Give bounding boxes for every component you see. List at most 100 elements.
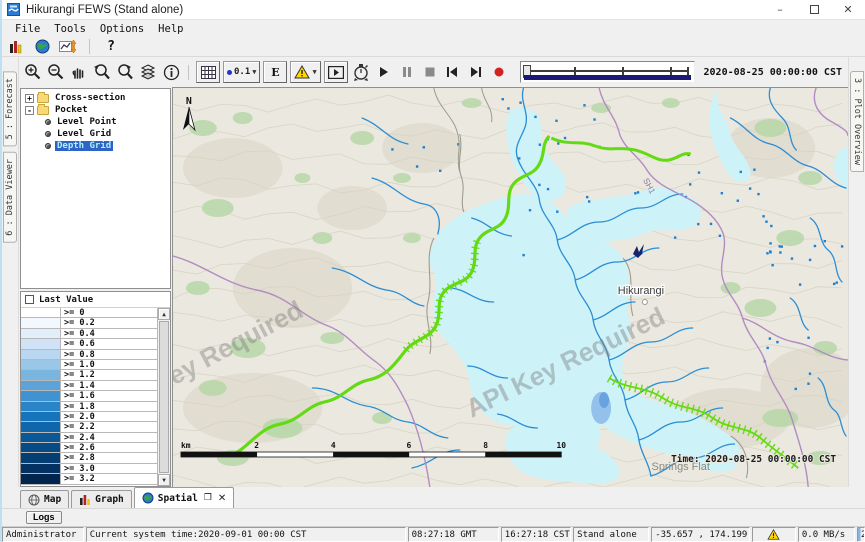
legend-panel: Last Value >= 0>= 0.2>= 0.4>= 0.6>= 0.8>… bbox=[20, 291, 171, 487]
tree-item-depth-grid[interactable]: Depth Grid bbox=[23, 140, 170, 152]
tree-item-cross-section[interactable]: + Cross-section bbox=[23, 92, 170, 104]
legend-swatch bbox=[21, 391, 61, 400]
status-bar: Administrator Current system time:2020-0… bbox=[2, 526, 865, 542]
bottom-tab-bar: Map Graph Spatial ❐ ✕ bbox=[2, 487, 865, 509]
chevron-down-icon: ▼ bbox=[252, 68, 256, 76]
menu-file[interactable]: File bbox=[8, 22, 47, 36]
toolbar-separator bbox=[188, 65, 189, 80]
left-panel: + Cross-section - Pocket Level Point bbox=[19, 87, 172, 487]
zoom-next-icon[interactable] bbox=[115, 62, 135, 82]
legend-label: >= 0 bbox=[61, 308, 157, 317]
tab-spatial[interactable]: Spatial ❐ ✕ bbox=[134, 487, 235, 508]
scroll-thumb[interactable] bbox=[159, 321, 169, 473]
legend-entry[interactable]: >= 0.8 bbox=[21, 350, 157, 360]
zoom-previous-icon[interactable] bbox=[92, 62, 112, 82]
tab-data-viewer[interactable]: 6 : Data Viewer bbox=[3, 152, 17, 243]
tree-item-pocket[interactable]: - Pocket bbox=[23, 104, 170, 116]
play-button[interactable] bbox=[374, 62, 394, 82]
legend-entry[interactable]: >= 0.4 bbox=[21, 329, 157, 339]
warning-dropdown[interactable]: ▼ bbox=[290, 61, 320, 83]
legend-swatch bbox=[21, 381, 61, 390]
legend-entry[interactable]: >= 1.0 bbox=[21, 360, 157, 370]
pause-button[interactable] bbox=[397, 62, 417, 82]
time-slider-range-bar bbox=[524, 75, 691, 80]
status-warning bbox=[752, 527, 796, 542]
svg-text:N: N bbox=[186, 96, 192, 107]
legend-toggle-button[interactable]: E bbox=[263, 61, 287, 83]
record-button[interactable] bbox=[489, 62, 509, 82]
menu-options[interactable]: Options bbox=[93, 22, 151, 36]
legend-entry[interactable]: >= 2.6 bbox=[21, 443, 157, 453]
map-view[interactable]: API Key Required API Key Required Hikura… bbox=[172, 87, 848, 487]
grid-display-button[interactable] bbox=[196, 61, 220, 83]
folder-icon bbox=[37, 106, 49, 115]
status-local-time: 16:27:18 CST bbox=[501, 527, 571, 542]
legend-entry[interactable]: >= 1.6 bbox=[21, 391, 157, 401]
toolbar-separator bbox=[89, 39, 90, 54]
legend-swatch bbox=[21, 360, 61, 369]
step-to-end-button[interactable] bbox=[466, 62, 486, 82]
legend-label: >= 2.8 bbox=[61, 453, 157, 462]
legend-entry[interactable]: >= 1.4 bbox=[21, 381, 157, 391]
help-button[interactable]: ? bbox=[102, 38, 120, 56]
tab-maximize-icon[interactable]: ❐ bbox=[204, 493, 212, 503]
info-icon[interactable] bbox=[161, 62, 181, 82]
legend-entry[interactable]: >= 0.2 bbox=[21, 318, 157, 328]
legend-scrollbar[interactable]: ▲ ▼ bbox=[157, 308, 170, 486]
legend-entry[interactable]: >= 2.0 bbox=[21, 412, 157, 422]
map-canvas[interactable]: API Key Required API Key Required Hikura… bbox=[173, 88, 848, 487]
menu-help[interactable]: Help bbox=[151, 22, 190, 36]
svg-text:6: 6 bbox=[407, 441, 412, 450]
time-slider[interactable] bbox=[520, 61, 695, 83]
legend-label: >= 3.2 bbox=[61, 474, 157, 483]
stop-button[interactable] bbox=[420, 62, 440, 82]
minimize-icon[interactable]: – bbox=[763, 0, 797, 19]
tree-item-level-point[interactable]: Level Point bbox=[23, 116, 170, 128]
zoom-in-icon[interactable] bbox=[23, 62, 43, 82]
tab-graph[interactable]: Graph bbox=[71, 490, 132, 508]
animation-panel-button[interactable] bbox=[324, 61, 348, 83]
layer-tree: + Cross-section - Pocket Level Point bbox=[20, 88, 171, 289]
collapse-icon[interactable]: - bbox=[25, 106, 34, 115]
menu-bar: File Tools Options Help bbox=[2, 20, 865, 37]
time-slider-rail bbox=[526, 70, 689, 72]
globe-icon bbox=[142, 492, 154, 504]
pan-hand-icon[interactable] bbox=[69, 62, 89, 82]
legend-swatch bbox=[21, 339, 61, 348]
zoom-out-icon[interactable] bbox=[46, 62, 66, 82]
interval-dropdown[interactable]: 0.1 ▼ bbox=[223, 61, 260, 83]
legend-swatch bbox=[21, 422, 61, 431]
logs-button[interactable]: Logs bbox=[26, 511, 62, 524]
tab-forecast[interactable]: 5 : Forecast bbox=[3, 71, 17, 146]
tab-plot-overview[interactable]: 3 : Plot Overview bbox=[850, 71, 864, 172]
legend-entry[interactable]: >= 2.4 bbox=[21, 433, 157, 443]
svg-text:4: 4 bbox=[331, 441, 336, 450]
legend-entry[interactable]: >= 1.8 bbox=[21, 402, 157, 412]
layers-icon[interactable] bbox=[138, 62, 158, 82]
globe-icon[interactable] bbox=[33, 38, 51, 56]
expand-icon[interactable]: + bbox=[25, 94, 34, 103]
close-icon[interactable]: ✕ bbox=[831, 0, 865, 19]
legend-entry[interactable]: >= 3.0 bbox=[21, 464, 157, 474]
legend-swatch bbox=[21, 402, 61, 411]
step-to-start-button[interactable] bbox=[443, 62, 463, 82]
tree-item-level-grid[interactable]: Level Grid bbox=[23, 128, 170, 140]
animation-timer-icon[interactable] bbox=[351, 62, 371, 82]
last-value-checkbox[interactable] bbox=[25, 295, 34, 304]
timeseries-chart-icon[interactable] bbox=[59, 38, 77, 56]
legend-entry[interactable]: >= 1.2 bbox=[21, 370, 157, 380]
explorer-bars-icon[interactable] bbox=[7, 38, 25, 56]
scroll-up-icon[interactable]: ▲ bbox=[158, 308, 170, 320]
tab-close-icon[interactable]: ✕ bbox=[218, 493, 226, 504]
menu-tools[interactable]: Tools bbox=[47, 22, 93, 36]
legend-label: >= 2.6 bbox=[61, 443, 157, 452]
legend-entry[interactable]: >= 0.6 bbox=[21, 339, 157, 349]
tab-map[interactable]: Map bbox=[20, 490, 69, 508]
legend-entry[interactable]: >= 2.2 bbox=[21, 422, 157, 432]
maximize-icon[interactable] bbox=[797, 0, 831, 19]
legend-entry[interactable]: >= 3.2 bbox=[21, 474, 157, 484]
legend-entry[interactable]: >= 2.8 bbox=[21, 453, 157, 463]
legend-entry[interactable]: >= 0 bbox=[21, 308, 157, 318]
legend-swatch bbox=[21, 350, 61, 359]
scroll-down-icon[interactable]: ▼ bbox=[158, 474, 170, 486]
